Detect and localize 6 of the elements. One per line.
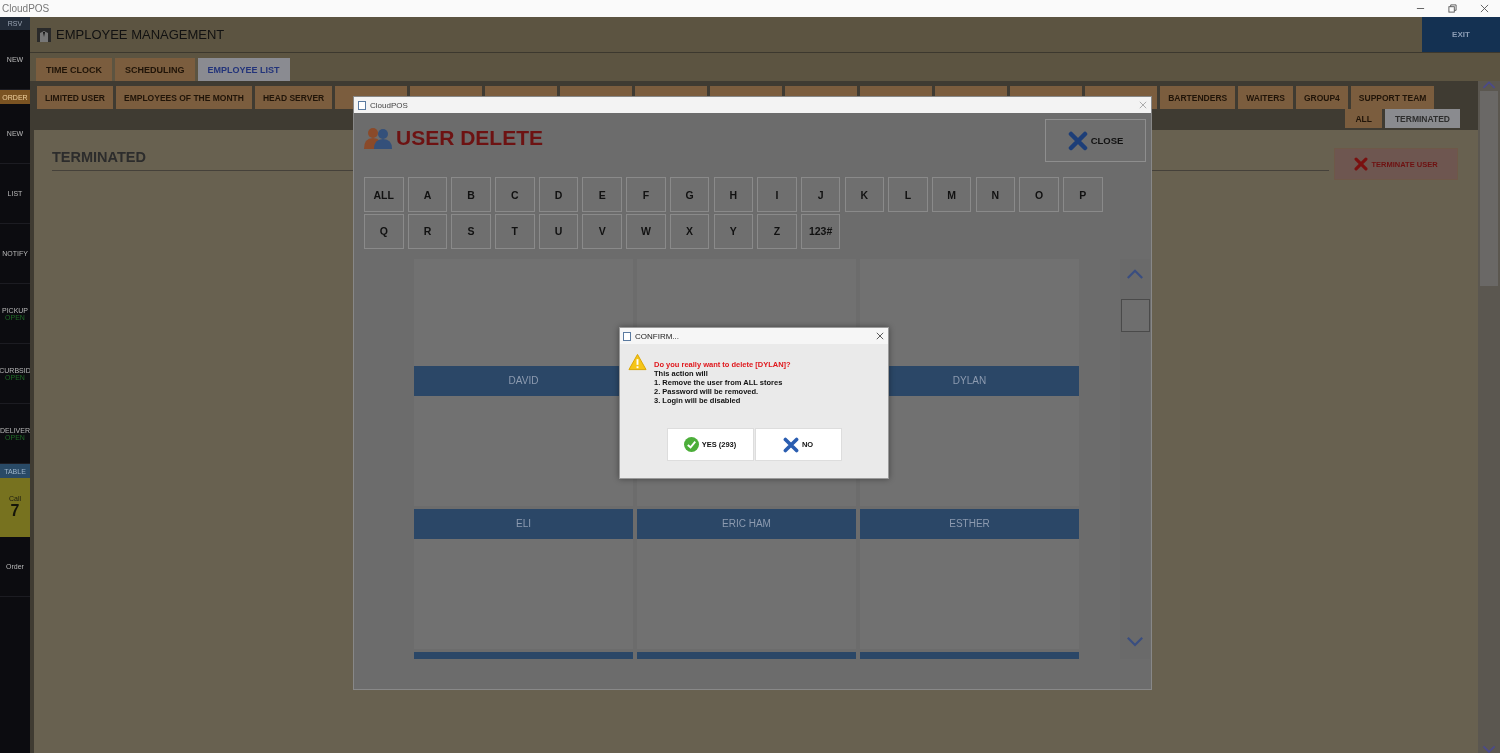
dialog-title: CONFIRM... [635,331,679,341]
section-title: TERMINATED [52,149,146,165]
page-title: EMPLOYEE MANAGEMENT [56,27,225,42]
window-title: CloudPOS [2,3,50,14]
dialog-heading: USER DELETE [396,126,544,150]
dialog-title: CloudPOS [370,100,408,110]
